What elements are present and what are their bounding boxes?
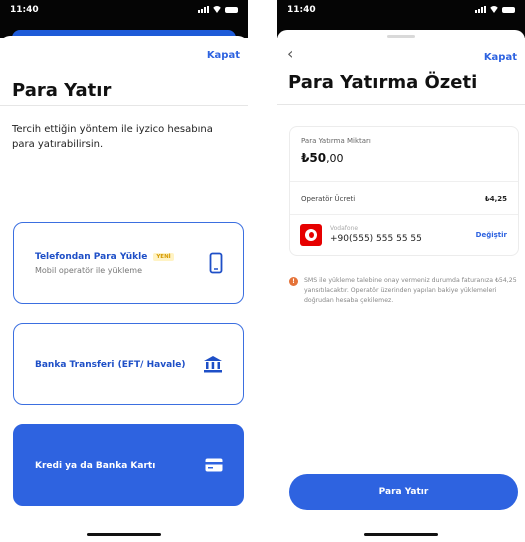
option-title: Telefondan Para Yükle YENİ [35,252,174,262]
option-card[interactable]: Kredi ya da Banka Kartı [13,424,244,506]
deposit-summary-screen: 11:40 ‹ Kapat Para Yatırma Özeti Para Ya… [277,0,525,542]
sheet-grabber[interactable] [387,35,415,38]
signal-icon [475,6,486,13]
deposit-screen: 11:40 Kapat Para Yatır Tercih ettiğin yö… [0,0,248,542]
status-icons [198,6,238,13]
wifi-icon [489,6,499,13]
fee-value: ₺4,25 [484,195,507,203]
deposit-submit-button[interactable]: Para Yatır [289,474,518,510]
close-button[interactable]: Kapat [207,50,240,61]
option-title: Banka Transferi (EFT/ Havale) [35,360,186,370]
new-badge: YENİ [153,253,174,261]
status-time: 11:40 [287,5,316,15]
home-indicator [364,533,438,536]
vodafone-logo-icon [300,224,322,246]
operator-name: Vodafone [330,225,359,232]
page-title: Para Yatırma Özeti [288,72,478,93]
back-chevron-icon[interactable]: ‹ [287,44,293,63]
option-phone-topup[interactable]: Telefondan Para Yükle YENİ Mobil operatör… [13,222,244,304]
status-time: 11:40 [10,5,39,15]
option-title: Kredi ya da Banka Kartı [35,461,156,471]
change-button[interactable]: Değiştir [476,231,507,239]
close-button[interactable]: Kapat [484,52,517,63]
warning-icon: ! [289,277,298,286]
status-icons [475,6,515,13]
battery-icon [225,7,238,13]
wifi-icon [212,6,222,13]
operator-number: +90(555) 555 55 55 [330,234,422,244]
amount-label: Para Yatırma Miktarı [301,137,371,145]
description: Tercih ettiğin yöntem ile iyzico hesabın… [12,124,213,150]
divider [0,105,248,106]
bank-icon [204,356,222,373]
phone-icon [209,252,223,274]
divider [277,104,525,105]
amount-value: ₺50,00 [301,151,344,165]
option-subtitle: Mobil operatör ile yükleme [35,266,143,275]
divider [290,181,518,182]
option-bank-transfer[interactable]: Banka Transferi (EFT/ Havale) [13,323,244,405]
summary-card: Para Yatırma Miktarı ₺50,00 Operatör Ücr… [289,126,519,256]
divider [290,214,518,215]
battery-icon [502,7,515,13]
fee-label: Operatör Ücreti [301,195,356,203]
home-indicator [87,533,161,536]
page-title: Para Yatır [12,80,112,101]
warning-text: SMS ile yükleme talebine onay vermeniz d… [304,277,517,304]
card-icon [205,458,223,472]
signal-icon [198,6,209,13]
